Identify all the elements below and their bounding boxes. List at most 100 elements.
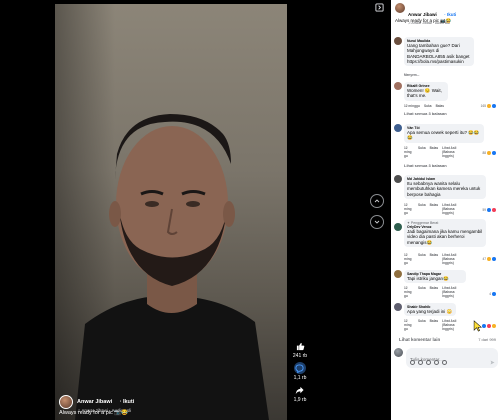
- commenter-avatar[interactable]: [394, 223, 402, 231]
- thumbs-up-icon: [294, 340, 306, 352]
- comment-bubble: Md Jahidul Islam Itu sebabnya wanita sel…: [404, 175, 486, 199]
- like-icon: [492, 104, 496, 108]
- follow-button[interactable]: · Ikuti: [444, 12, 456, 17]
- like-link[interactable]: Suka: [418, 319, 426, 323]
- previous-video-button[interactable]: [370, 194, 384, 208]
- comment-text: Tapi istriku jangan😂: [407, 276, 449, 281]
- commenter-avatar[interactable]: [394, 175, 402, 183]
- comment-time: 12 ming gu: [404, 253, 412, 265]
- reply-link[interactable]: Balas: [430, 146, 439, 150]
- expand-icon[interactable]: [375, 3, 384, 12]
- comment-bubble: Rikalfi Grinee Women! 😏 Wait, that's me.: [404, 82, 448, 101]
- comment-text: Apa semua cewek seperti itu? 😂😂😂: [407, 130, 480, 141]
- share-count: 1,9 rb: [293, 397, 307, 403]
- see-original-link[interactable]: Lihat Asli (Bahasa Inggris): [442, 286, 460, 298]
- reply-link[interactable]: Balas: [430, 253, 439, 257]
- see-original-link[interactable]: Lihat Asli (Bahasa Inggris): [442, 146, 460, 158]
- comment-button[interactable]: 1,1 rb: [294, 362, 306, 381]
- commenter-avatar[interactable]: [394, 37, 402, 45]
- reply-link[interactable]: Balas: [430, 319, 439, 323]
- comment-item: Sandip Thapa Magar Tapi istriku jangan😂 …: [394, 270, 498, 304]
- like-link[interactable]: Suka: [418, 286, 426, 290]
- emoji-icon[interactable]: [418, 360, 423, 365]
- comment-input-box[interactable]: [406, 348, 498, 368]
- comment-bubble: ✦ Penggemar Berat OrlyDev Venoz Jadi bag…: [404, 219, 486, 247]
- next-video-button[interactable]: [370, 215, 384, 229]
- reaction-summary[interactable]: 47: [482, 257, 496, 261]
- share-button[interactable]: 1,9 rb: [293, 384, 307, 403]
- commenter-avatar[interactable]: [394, 303, 402, 311]
- comment-text: Apa yang terjadi ini 😳: [407, 309, 453, 314]
- video-actions: 241 rb 1,1 rb 1,9 rb: [290, 340, 310, 403]
- view-replies-link[interactable]: Lihat semua 3 balasan: [404, 163, 447, 168]
- author-name[interactable]: Anwar Jibawi: [408, 12, 437, 17]
- gif-icon[interactable]: [434, 360, 439, 365]
- reaction-summary[interactable]: 4: [489, 292, 496, 296]
- comment-counter: 7 dari 999: [478, 337, 496, 342]
- like-count: 241 rb: [292, 353, 308, 359]
- comment-time: 12 ming gu: [404, 146, 412, 158]
- comment-time: Menyem...: [404, 73, 420, 77]
- comment-item: Nurul Maulida Uang tambahan gue? Dari Ma…: [394, 37, 498, 81]
- comment-text: Women! 😏 Wait, that's me.: [407, 88, 442, 99]
- reaction-summary[interactable]: 59: [482, 208, 496, 212]
- author-avatar[interactable]: [59, 394, 73, 409]
- comment-text: Uang tambahan gue? Dari Mahjongways di B…: [407, 43, 470, 64]
- commenter-avatar[interactable]: [394, 270, 402, 278]
- reaction-count: 59: [482, 208, 486, 212]
- reaction-count: 4: [489, 292, 491, 296]
- chevron-down-icon: [374, 220, 380, 224]
- share-icon: [294, 384, 306, 396]
- love-icon: [487, 324, 491, 328]
- more-comments-link[interactable]: Lihat komentar lain: [399, 337, 440, 342]
- comment-meta: 12 ming gu Suka Balas Lihat Asli (Bahasa…: [404, 286, 460, 298]
- commenter-avatar[interactable]: [394, 82, 402, 90]
- send-icon[interactable]: [490, 360, 495, 365]
- like-link[interactable]: Suka: [418, 253, 426, 257]
- comment-bubble: Nurul Maulida Uang tambahan gue? Dari Ma…: [404, 37, 474, 67]
- like-button[interactable]: 241 rb: [293, 340, 307, 359]
- commenter-avatar[interactable]: [394, 124, 402, 132]
- haha-icon: [487, 151, 491, 155]
- video-caption: Always ready for a pic 📷😂: [59, 410, 129, 416]
- reaction-summary[interactable]: 165: [481, 104, 496, 108]
- reaction-summary[interactable]: [482, 324, 496, 328]
- reply-link[interactable]: Balas: [436, 104, 445, 108]
- mouse-cursor-icon: [473, 320, 482, 332]
- sticker-icon[interactable]: [410, 360, 415, 365]
- comment-meta: 12 minggu Suka Balas: [404, 104, 444, 108]
- comment-time: 12 ming gu: [404, 203, 412, 215]
- like-icon: [492, 151, 496, 155]
- avatar-sticker-icon[interactable]: [442, 360, 447, 365]
- reaction-count: 88: [482, 151, 486, 155]
- comment-meta: 12 ming gu Suka Balas Lihat Asli (Bahasa…: [404, 253, 460, 265]
- see-original-link[interactable]: Lihat Asli (Bahasa Inggris): [442, 253, 460, 265]
- reply-link[interactable]: Balas: [430, 286, 439, 290]
- reply-link[interactable]: Balas: [430, 203, 439, 207]
- reaction-summary[interactable]: 88: [482, 151, 496, 155]
- comment-meta: Menyem...: [404, 73, 419, 77]
- comment-item: ✦ Penggemar Berat OrlyDev Venoz Jadi bag…: [394, 219, 498, 265]
- composer-tools: [410, 360, 447, 365]
- video-frame-person: [75, 114, 269, 420]
- see-original-link[interactable]: Lihat Asli (Bahasa Inggris): [442, 203, 460, 215]
- like-icon: [487, 208, 491, 212]
- comment-item: Md Jahidul Islam Itu sebabnya wanita sel…: [394, 175, 498, 221]
- camera-icon[interactable]: [426, 360, 431, 365]
- comment-meta: 12 ming gu Suka Balas Lihat Asli (Bahasa…: [404, 319, 460, 331]
- comment-meta: 12 ming gu Suka Balas Lihat Asli (Bahasa…: [404, 203, 460, 215]
- view-replies-link[interactable]: Lihat semua 3 balasan: [404, 111, 447, 116]
- haha-icon: [492, 324, 496, 328]
- like-link[interactable]: Suka: [424, 104, 432, 108]
- like-link[interactable]: Suka: [418, 203, 426, 207]
- post-caption: Always ready for a pic 📷😂: [395, 18, 452, 23]
- author-avatar[interactable]: [395, 3, 405, 13]
- see-original-link[interactable]: Lihat Asli (Bahasa Inggris): [442, 319, 460, 331]
- video-player[interactable]: Anwar Jibawi · Ikuti ♫ Anwar Jibawi · Au…: [55, 4, 287, 420]
- like-icon: [492, 257, 496, 261]
- author-name[interactable]: Anwar Jibawi: [77, 399, 112, 405]
- follow-button[interactable]: · Ikuti: [120, 399, 135, 405]
- like-icon: [482, 324, 486, 328]
- like-link[interactable]: Suka: [418, 146, 426, 150]
- comment-time: 12 minggu: [404, 104, 420, 108]
